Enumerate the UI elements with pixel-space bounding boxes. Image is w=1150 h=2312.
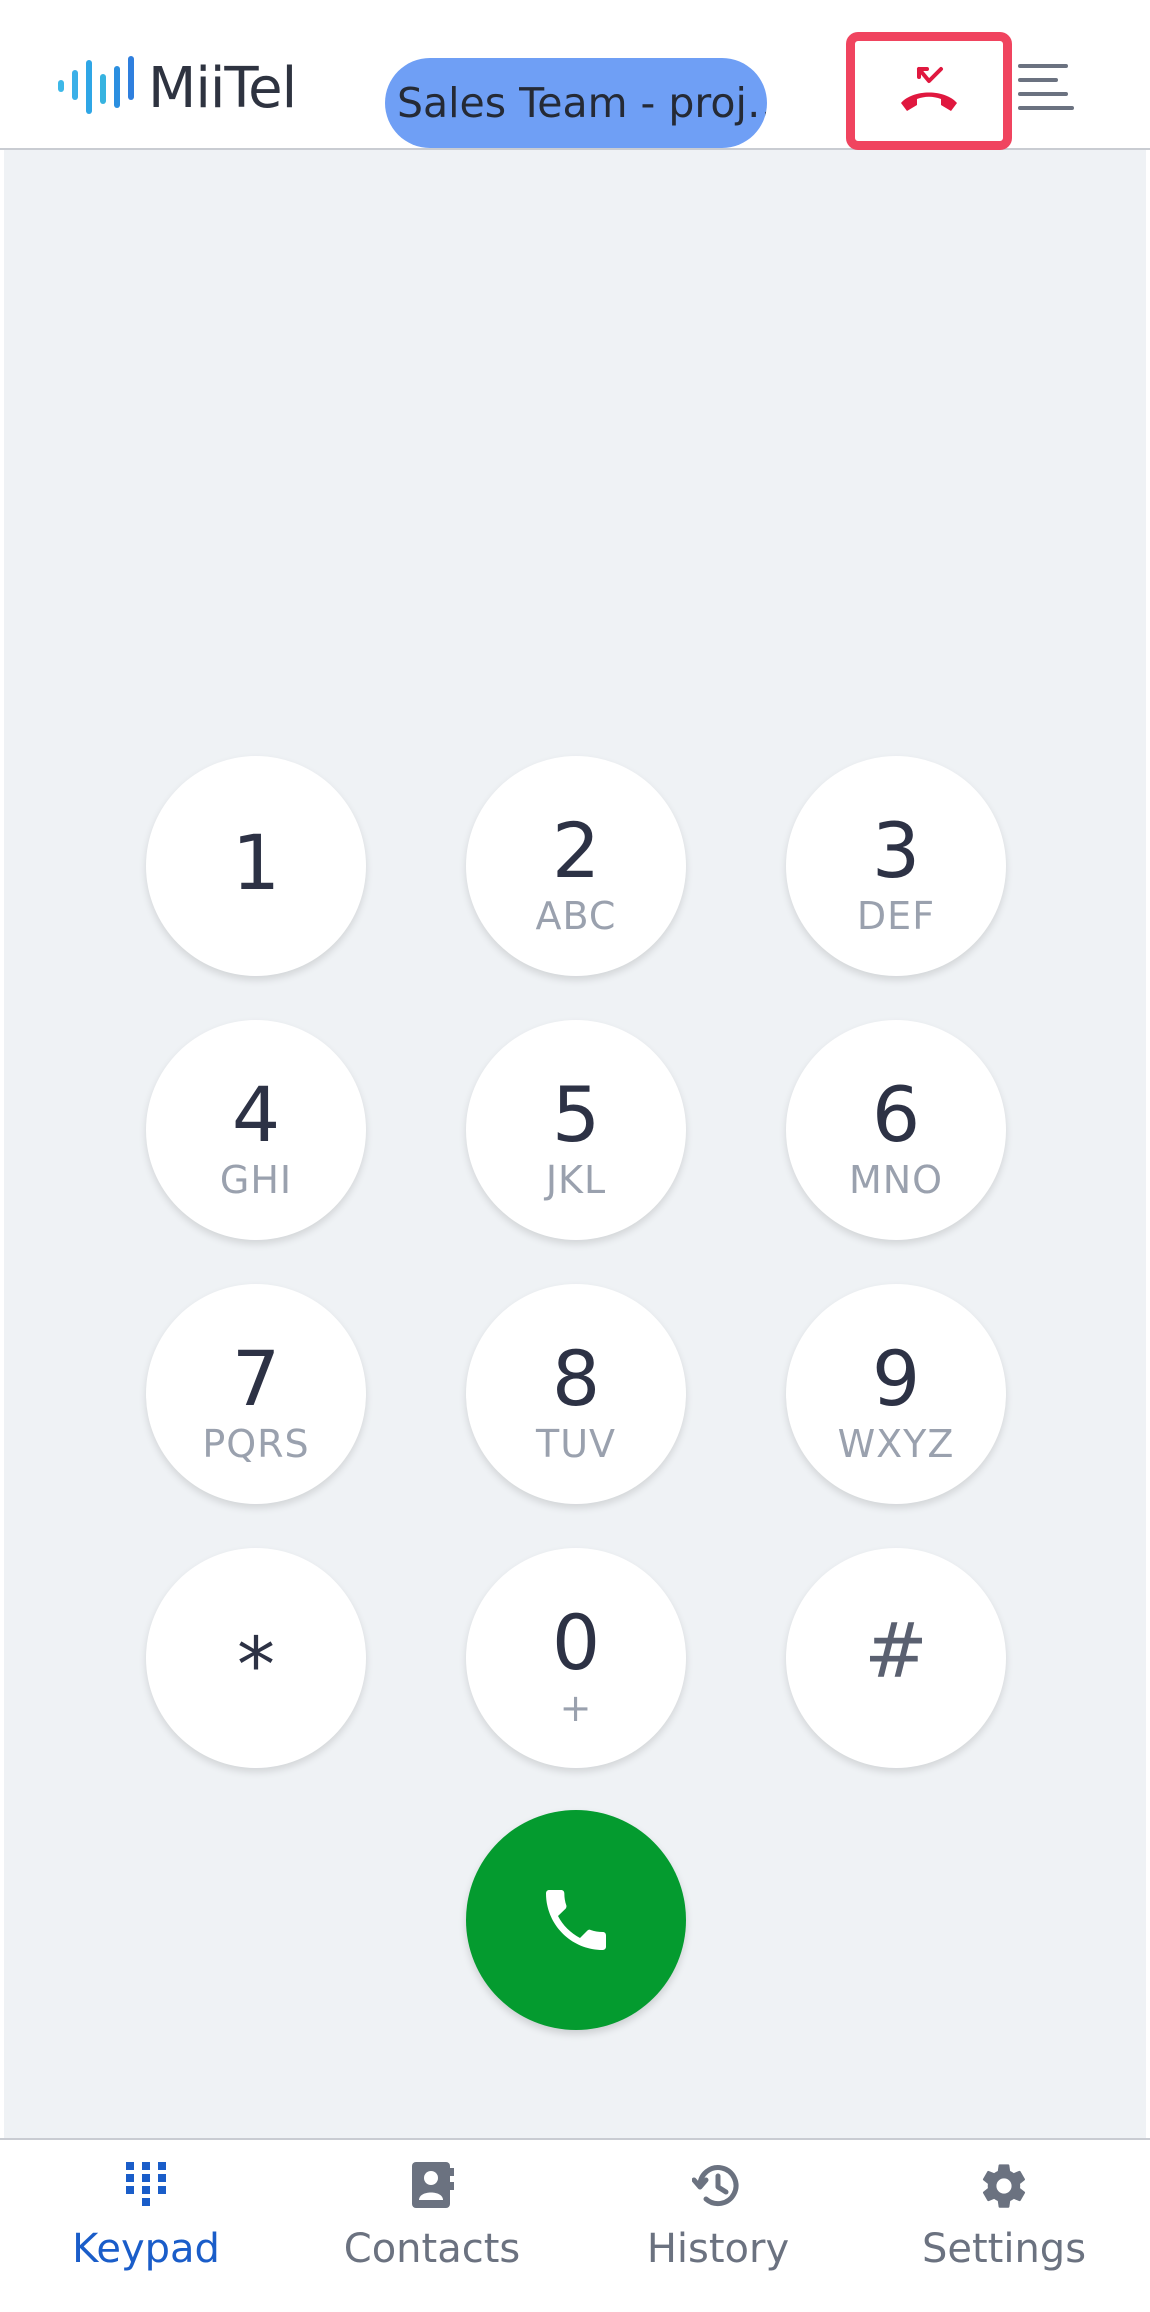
key-digit: 7: [231, 1334, 281, 1423]
nav-settings[interactable]: Settings: [874, 2140, 1134, 2312]
logo-text: MiiTel: [148, 56, 297, 121]
key-digit: #: [864, 1606, 928, 1695]
logo-bars-icon: [58, 56, 134, 114]
key-3[interactable]: 3 DEF: [786, 756, 1006, 976]
nav-label: Contacts: [343, 2226, 521, 2272]
key-2[interactable]: 2 ABC: [466, 756, 686, 976]
key-letters: PQRS: [202, 1422, 310, 1466]
nav-label: Settings: [921, 2226, 1087, 2272]
key-9[interactable]: 9 WXYZ: [786, 1284, 1006, 1504]
miitel-logo: MiiTel: [56, 52, 306, 122]
key-digit: 9: [871, 1334, 921, 1423]
key-8[interactable]: 8 TUV: [466, 1284, 686, 1504]
key-letters: ABC: [535, 894, 617, 938]
key-letters: +: [559, 1686, 593, 1730]
key-digit: 2: [551, 806, 601, 895]
key-0[interactable]: 0 +: [466, 1548, 686, 1768]
key-7[interactable]: 7 PQRS: [146, 1284, 366, 1504]
call-button[interactable]: [466, 1810, 686, 2030]
contacts-icon: [412, 2162, 454, 2208]
nav-label: History: [646, 2226, 790, 2272]
dialer-area: 1 2 ABC 3 DEF 4 GHI 5 JKL 6 MNO 7 PQRS 8…: [4, 150, 1146, 2138]
key-digit: 5: [551, 1070, 601, 1159]
phone-icon: [546, 1890, 606, 1950]
key-letters: MNO: [848, 1158, 944, 1202]
key-digit: 3: [871, 806, 921, 895]
key-letters: DEF: [856, 894, 936, 938]
team-selector[interactable]: Sales Team - proj…: [385, 58, 767, 148]
key-digit: 8: [551, 1334, 601, 1423]
key-digit: *: [237, 1620, 275, 1709]
key-1[interactable]: 1: [146, 756, 366, 976]
menu-button[interactable]: [1016, 58, 1076, 118]
key-hash[interactable]: #: [786, 1548, 1006, 1768]
key-digit: 1: [231, 818, 281, 907]
key-digit: 6: [871, 1070, 921, 1159]
key-star[interactable]: *: [146, 1548, 366, 1768]
key-4[interactable]: 4 GHI: [146, 1020, 366, 1240]
key-6[interactable]: 6 MNO: [786, 1020, 1006, 1240]
nav-keypad[interactable]: Keypad: [16, 2140, 276, 2312]
app-header: MiiTel Sales Team - proj…: [0, 0, 1150, 150]
bottom-nav: Keypad Contacts History Settings: [0, 2138, 1150, 2310]
key-letters: JKL: [545, 1158, 607, 1202]
missed-call-button[interactable]: [846, 32, 1012, 150]
key-digit: 0: [551, 1598, 601, 1687]
nav-label: Keypad: [72, 2226, 220, 2272]
nav-contacts[interactable]: Contacts: [302, 2140, 562, 2312]
missed-call-icon: [901, 67, 957, 111]
menu-icon: [1018, 64, 1074, 110]
gear-icon: [982, 2164, 1026, 2208]
key-letters: GHI: [219, 1158, 293, 1202]
key-letters: TUV: [535, 1422, 617, 1466]
nav-history[interactable]: History: [588, 2140, 848, 2312]
keypad-icon: [126, 2162, 166, 2206]
history-icon: [692, 2165, 739, 2207]
key-5[interactable]: 5 JKL: [466, 1020, 686, 1240]
key-letters: WXYZ: [837, 1422, 955, 1466]
key-digit: 4: [231, 1070, 281, 1159]
